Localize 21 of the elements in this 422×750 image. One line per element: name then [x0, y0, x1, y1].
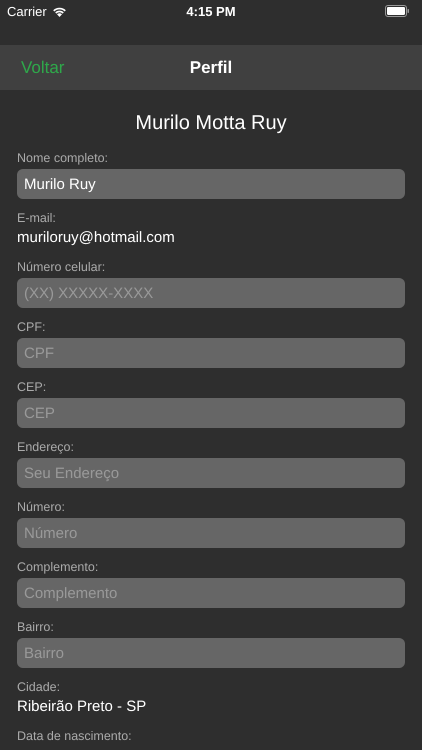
back-button[interactable]: Voltar: [0, 58, 64, 78]
field-value: muriloruy@hotmail.com: [17, 228, 175, 248]
nav-title: Perfil: [190, 58, 232, 78]
field-label: Complemento:: [17, 559, 98, 576]
field-label: CEP:: [17, 379, 46, 396]
field-label: Cidade:: [17, 679, 60, 696]
field-label: CPF:: [17, 319, 46, 336]
field-label: Nome completo:: [17, 150, 108, 167]
field-label: Bairro:: [17, 619, 54, 636]
field-value: Ribeirão Preto - SP: [17, 697, 146, 717]
field-label: Número celular:: [17, 259, 106, 276]
field-label: Data de nascimento:: [17, 728, 132, 745]
carrier-label: Carrier: [7, 4, 47, 18]
profile-name: Murilo Motta Ruy: [134, 111, 288, 135]
status-time: 4:15 PM: [186, 4, 236, 18]
field-label: Número:: [17, 499, 65, 516]
field-label: Endereço:: [17, 439, 74, 456]
input-field[interactable]: Murilo Ruy: [17, 169, 405, 199]
wifi-icon: [52, 6, 67, 16]
field-label: E-mail:: [17, 210, 56, 227]
battery-icon: [385, 5, 410, 17]
